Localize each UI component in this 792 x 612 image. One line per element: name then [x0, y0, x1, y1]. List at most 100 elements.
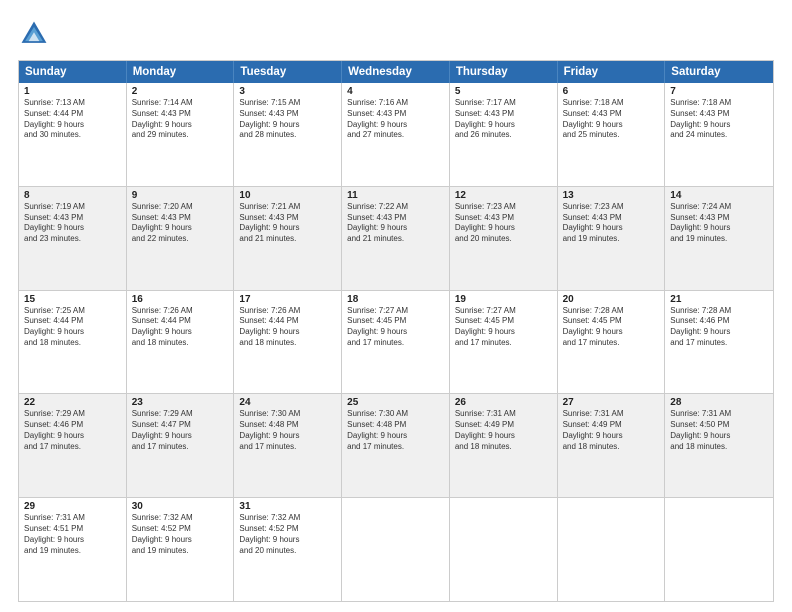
cell-text: Sunrise: 7:32 AMSunset: 4:52 PMDaylight:…	[239, 513, 336, 556]
calendar-cell: 2Sunrise: 7:14 AMSunset: 4:43 PMDaylight…	[127, 83, 235, 186]
cell-text: Sunrise: 7:27 AMSunset: 4:45 PMDaylight:…	[455, 306, 552, 349]
cell-text: Sunrise: 7:31 AMSunset: 4:50 PMDaylight:…	[670, 409, 768, 452]
calendar-cell: 6Sunrise: 7:18 AMSunset: 4:43 PMDaylight…	[558, 83, 666, 186]
cell-text: Sunrise: 7:28 AMSunset: 4:45 PMDaylight:…	[563, 306, 660, 349]
cell-text: Sunrise: 7:29 AMSunset: 4:47 PMDaylight:…	[132, 409, 229, 452]
calendar-cell: 4Sunrise: 7:16 AMSunset: 4:43 PMDaylight…	[342, 83, 450, 186]
calendar-cell: 25Sunrise: 7:30 AMSunset: 4:48 PMDayligh…	[342, 394, 450, 497]
cell-text: Sunrise: 7:23 AMSunset: 4:43 PMDaylight:…	[455, 202, 552, 245]
cell-text: Sunrise: 7:17 AMSunset: 4:43 PMDaylight:…	[455, 98, 552, 141]
day-number: 24	[239, 397, 336, 408]
calendar-row: 1Sunrise: 7:13 AMSunset: 4:44 PMDaylight…	[19, 83, 773, 187]
calendar-cell	[450, 498, 558, 601]
calendar: SundayMondayTuesdayWednesdayThursdayFrid…	[18, 60, 774, 602]
calendar-cell: 30Sunrise: 7:32 AMSunset: 4:52 PMDayligh…	[127, 498, 235, 601]
day-number: 10	[239, 190, 336, 201]
calendar-cell: 1Sunrise: 7:13 AMSunset: 4:44 PMDaylight…	[19, 83, 127, 186]
calendar-cell: 29Sunrise: 7:31 AMSunset: 4:51 PMDayligh…	[19, 498, 127, 601]
calendar-cell: 28Sunrise: 7:31 AMSunset: 4:50 PMDayligh…	[665, 394, 773, 497]
cell-text: Sunrise: 7:15 AMSunset: 4:43 PMDaylight:…	[239, 98, 336, 141]
calendar-header-cell: Thursday	[450, 61, 558, 83]
calendar-cell: 3Sunrise: 7:15 AMSunset: 4:43 PMDaylight…	[234, 83, 342, 186]
day-number: 3	[239, 86, 336, 97]
calendar-cell	[665, 498, 773, 601]
calendar-cell: 9Sunrise: 7:20 AMSunset: 4:43 PMDaylight…	[127, 187, 235, 290]
day-number: 30	[132, 501, 229, 512]
calendar-cell: 27Sunrise: 7:31 AMSunset: 4:49 PMDayligh…	[558, 394, 666, 497]
calendar-cell: 31Sunrise: 7:32 AMSunset: 4:52 PMDayligh…	[234, 498, 342, 601]
calendar-cell: 23Sunrise: 7:29 AMSunset: 4:47 PMDayligh…	[127, 394, 235, 497]
cell-text: Sunrise: 7:28 AMSunset: 4:46 PMDaylight:…	[670, 306, 768, 349]
calendar-cell: 26Sunrise: 7:31 AMSunset: 4:49 PMDayligh…	[450, 394, 558, 497]
calendar-cell: 17Sunrise: 7:26 AMSunset: 4:44 PMDayligh…	[234, 291, 342, 394]
day-number: 13	[563, 190, 660, 201]
cell-text: Sunrise: 7:31 AMSunset: 4:51 PMDaylight:…	[24, 513, 121, 556]
cell-text: Sunrise: 7:22 AMSunset: 4:43 PMDaylight:…	[347, 202, 444, 245]
calendar-cell: 19Sunrise: 7:27 AMSunset: 4:45 PMDayligh…	[450, 291, 558, 394]
cell-text: Sunrise: 7:21 AMSunset: 4:43 PMDaylight:…	[239, 202, 336, 245]
day-number: 1	[24, 86, 121, 97]
day-number: 16	[132, 294, 229, 305]
calendar-cell: 22Sunrise: 7:29 AMSunset: 4:46 PMDayligh…	[19, 394, 127, 497]
cell-text: Sunrise: 7:18 AMSunset: 4:43 PMDaylight:…	[670, 98, 768, 141]
cell-text: Sunrise: 7:31 AMSunset: 4:49 PMDaylight:…	[455, 409, 552, 452]
day-number: 14	[670, 190, 768, 201]
day-number: 21	[670, 294, 768, 305]
calendar-header-cell: Friday	[558, 61, 666, 83]
cell-text: Sunrise: 7:13 AMSunset: 4:44 PMDaylight:…	[24, 98, 121, 141]
cell-text: Sunrise: 7:18 AMSunset: 4:43 PMDaylight:…	[563, 98, 660, 141]
calendar-cell: 7Sunrise: 7:18 AMSunset: 4:43 PMDaylight…	[665, 83, 773, 186]
calendar-row: 22Sunrise: 7:29 AMSunset: 4:46 PMDayligh…	[19, 394, 773, 498]
calendar-cell: 20Sunrise: 7:28 AMSunset: 4:45 PMDayligh…	[558, 291, 666, 394]
calendar-cell: 24Sunrise: 7:30 AMSunset: 4:48 PMDayligh…	[234, 394, 342, 497]
calendar-row: 15Sunrise: 7:25 AMSunset: 4:44 PMDayligh…	[19, 291, 773, 395]
cell-text: Sunrise: 7:20 AMSunset: 4:43 PMDaylight:…	[132, 202, 229, 245]
cell-text: Sunrise: 7:32 AMSunset: 4:52 PMDaylight:…	[132, 513, 229, 556]
day-number: 12	[455, 190, 552, 201]
cell-text: Sunrise: 7:16 AMSunset: 4:43 PMDaylight:…	[347, 98, 444, 141]
calendar-cell: 14Sunrise: 7:24 AMSunset: 4:43 PMDayligh…	[665, 187, 773, 290]
calendar-row: 8Sunrise: 7:19 AMSunset: 4:43 PMDaylight…	[19, 187, 773, 291]
calendar-cell: 18Sunrise: 7:27 AMSunset: 4:45 PMDayligh…	[342, 291, 450, 394]
day-number: 18	[347, 294, 444, 305]
day-number: 7	[670, 86, 768, 97]
cell-text: Sunrise: 7:29 AMSunset: 4:46 PMDaylight:…	[24, 409, 121, 452]
cell-text: Sunrise: 7:14 AMSunset: 4:43 PMDaylight:…	[132, 98, 229, 141]
header	[18, 18, 774, 50]
calendar-header-cell: Saturday	[665, 61, 773, 83]
calendar-cell: 16Sunrise: 7:26 AMSunset: 4:44 PMDayligh…	[127, 291, 235, 394]
calendar-cell	[342, 498, 450, 601]
cell-text: Sunrise: 7:19 AMSunset: 4:43 PMDaylight:…	[24, 202, 121, 245]
calendar-cell: 12Sunrise: 7:23 AMSunset: 4:43 PMDayligh…	[450, 187, 558, 290]
cell-text: Sunrise: 7:30 AMSunset: 4:48 PMDaylight:…	[347, 409, 444, 452]
calendar-header-cell: Tuesday	[234, 61, 342, 83]
day-number: 25	[347, 397, 444, 408]
calendar-cell: 8Sunrise: 7:19 AMSunset: 4:43 PMDaylight…	[19, 187, 127, 290]
day-number: 2	[132, 86, 229, 97]
calendar-body: 1Sunrise: 7:13 AMSunset: 4:44 PMDaylight…	[19, 83, 773, 601]
calendar-cell: 5Sunrise: 7:17 AMSunset: 4:43 PMDaylight…	[450, 83, 558, 186]
day-number: 9	[132, 190, 229, 201]
calendar-cell: 11Sunrise: 7:22 AMSunset: 4:43 PMDayligh…	[342, 187, 450, 290]
cell-text: Sunrise: 7:26 AMSunset: 4:44 PMDaylight:…	[239, 306, 336, 349]
logo-icon	[18, 18, 50, 50]
day-number: 23	[132, 397, 229, 408]
cell-text: Sunrise: 7:26 AMSunset: 4:44 PMDaylight:…	[132, 306, 229, 349]
calendar-header-cell: Sunday	[19, 61, 127, 83]
day-number: 5	[455, 86, 552, 97]
day-number: 17	[239, 294, 336, 305]
day-number: 8	[24, 190, 121, 201]
day-number: 22	[24, 397, 121, 408]
day-number: 4	[347, 86, 444, 97]
day-number: 27	[563, 397, 660, 408]
calendar-row: 29Sunrise: 7:31 AMSunset: 4:51 PMDayligh…	[19, 498, 773, 601]
day-number: 29	[24, 501, 121, 512]
calendar-cell: 13Sunrise: 7:23 AMSunset: 4:43 PMDayligh…	[558, 187, 666, 290]
day-number: 31	[239, 501, 336, 512]
cell-text: Sunrise: 7:27 AMSunset: 4:45 PMDaylight:…	[347, 306, 444, 349]
page: SundayMondayTuesdayWednesdayThursdayFrid…	[0, 0, 792, 612]
day-number: 11	[347, 190, 444, 201]
day-number: 15	[24, 294, 121, 305]
cell-text: Sunrise: 7:24 AMSunset: 4:43 PMDaylight:…	[670, 202, 768, 245]
day-number: 19	[455, 294, 552, 305]
